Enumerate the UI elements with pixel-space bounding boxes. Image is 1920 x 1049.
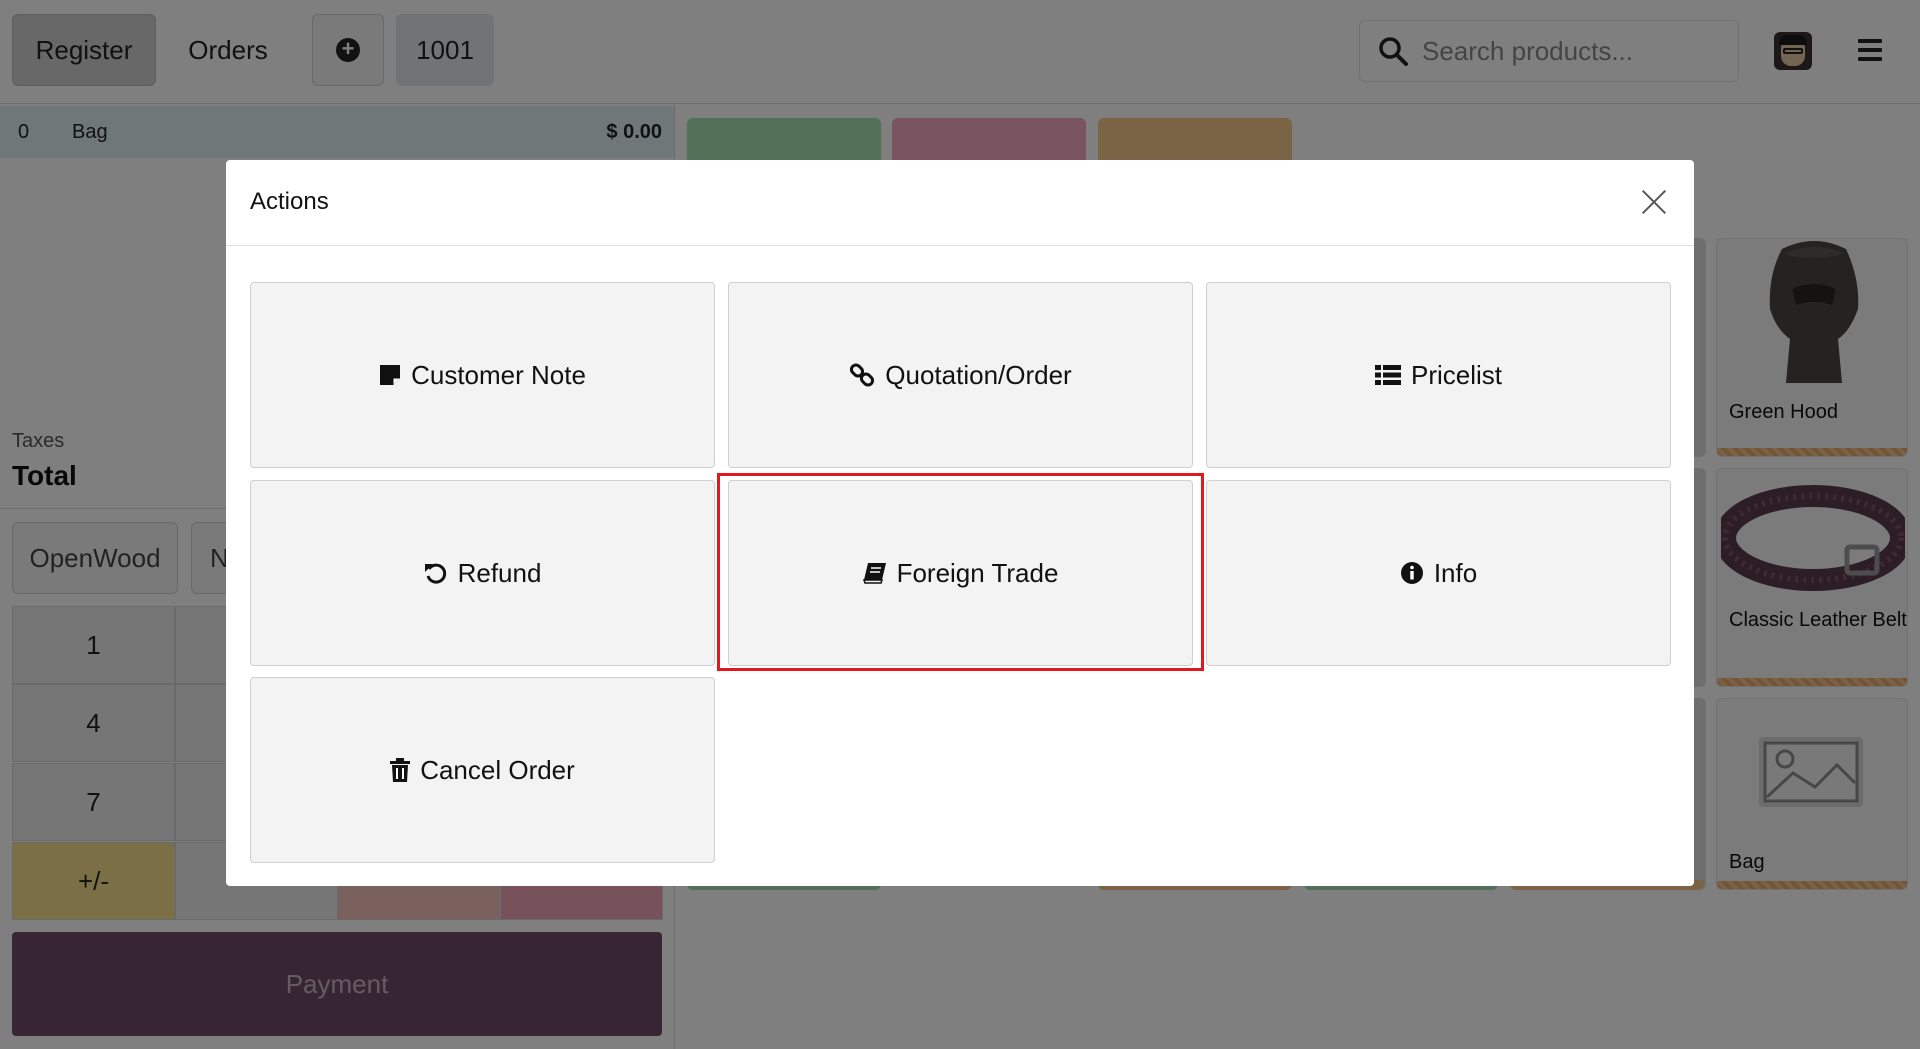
trash-icon bbox=[390, 758, 411, 782]
action-label: Cancel Order bbox=[420, 754, 575, 785]
book-icon bbox=[862, 562, 887, 584]
close-icon[interactable] bbox=[1636, 184, 1672, 220]
sticky-note-icon bbox=[379, 364, 401, 386]
action-label: Foreign Trade bbox=[896, 557, 1059, 588]
action-label: Quotation/Order bbox=[885, 359, 1072, 390]
action-label: Customer Note bbox=[411, 359, 586, 390]
undo-icon bbox=[424, 561, 448, 585]
cancel-order-button[interactable]: Cancel Order bbox=[250, 677, 715, 863]
list-icon bbox=[1374, 364, 1401, 386]
action-label: Pricelist bbox=[1410, 359, 1502, 390]
quotation-order-button[interactable]: Quotation/Order bbox=[728, 282, 1193, 468]
dialog-header: Actions bbox=[226, 160, 1694, 246]
dialog-title: Actions bbox=[250, 188, 329, 215]
pricelist-button[interactable]: Pricelist bbox=[1206, 282, 1671, 468]
link-icon bbox=[849, 362, 875, 388]
customer-note-button[interactable]: Customer Note bbox=[250, 282, 715, 468]
action-label: Refund bbox=[457, 557, 542, 588]
action-label: Info bbox=[1433, 557, 1478, 588]
info-button[interactable]: Info bbox=[1206, 480, 1671, 666]
refund-button[interactable]: Refund bbox=[250, 480, 715, 666]
foreign-trade-button[interactable]: Foreign Trade bbox=[728, 480, 1193, 666]
info-circle-icon bbox=[1400, 561, 1424, 585]
actions-dialog: Actions Customer Note Quotation/Order Pr… bbox=[226, 160, 1694, 886]
